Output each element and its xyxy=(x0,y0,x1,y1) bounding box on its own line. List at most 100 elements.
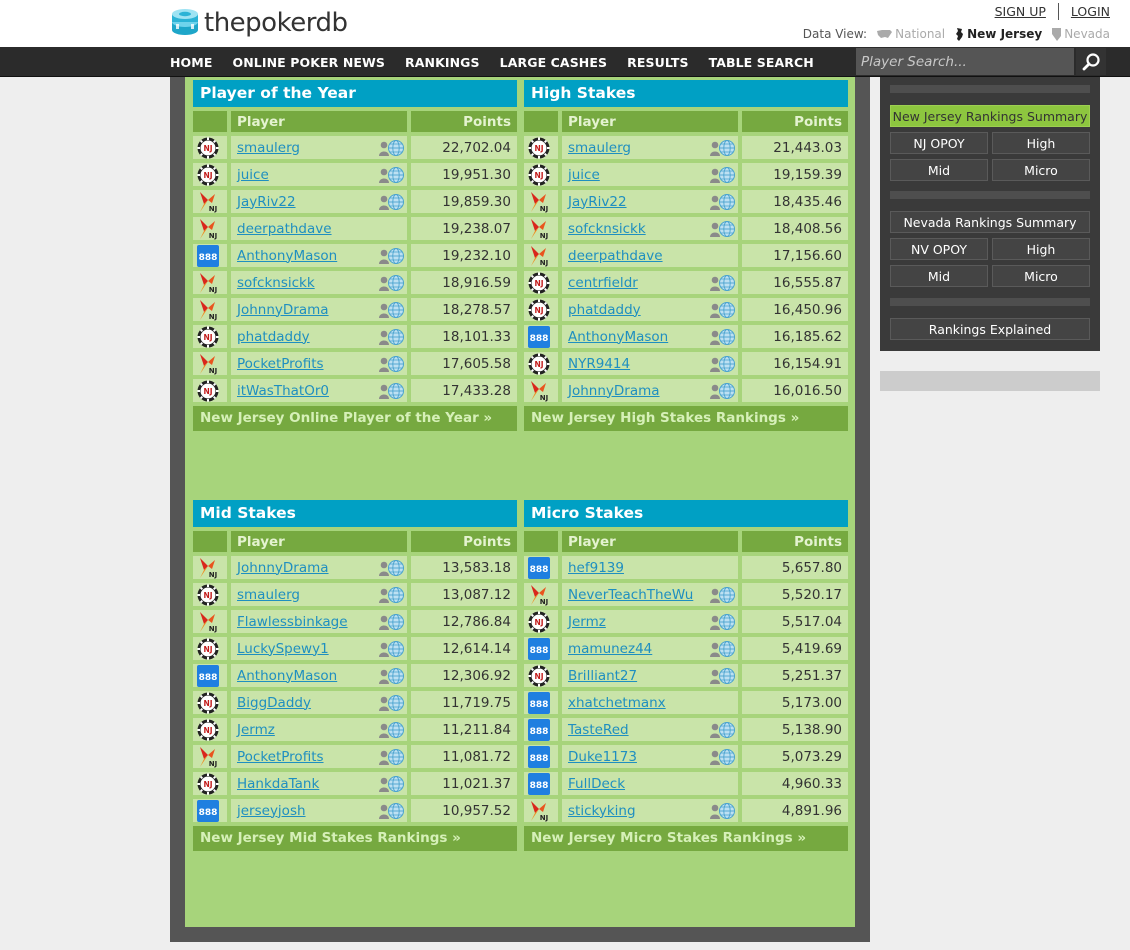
player-profile-globe-icon[interactable] xyxy=(379,301,405,319)
nj-opoy-button[interactable]: NJ OPOY xyxy=(890,132,988,154)
signup-link[interactable]: SIGN UP xyxy=(995,4,1046,19)
player-link[interactable]: FullDeck xyxy=(568,776,625,792)
nj-high-button[interactable]: High xyxy=(992,132,1090,154)
player-link[interactable]: smaulerg xyxy=(237,140,300,156)
player-profile-globe-icon[interactable] xyxy=(379,382,405,400)
player-link[interactable]: LuckySpewy1 xyxy=(237,641,329,657)
player-link[interactable]: JohnnyDrama xyxy=(568,383,660,399)
player-link[interactable]: deerpathdave xyxy=(568,248,663,264)
player-link[interactable]: JayRiv22 xyxy=(237,194,296,210)
player-profile-globe-icon[interactable] xyxy=(710,220,736,238)
nv-rankings-summary-button[interactable]: Nevada Rankings Summary xyxy=(890,211,1090,233)
player-profile-globe-icon[interactable] xyxy=(379,667,405,685)
nv-opoy-button[interactable]: NV OPOY xyxy=(890,238,988,260)
search-button[interactable] xyxy=(1076,48,1106,75)
data-view-nevada[interactable]: Nevada xyxy=(1052,27,1110,41)
player-link[interactable]: AnthonyMason xyxy=(568,329,668,345)
player-link[interactable]: AnthonyMason xyxy=(237,248,337,264)
player-profile-globe-icon[interactable] xyxy=(379,613,405,631)
player-profile-globe-icon[interactable] xyxy=(710,613,736,631)
player-link[interactable]: smaulerg xyxy=(568,140,631,156)
player-profile-globe-icon[interactable] xyxy=(710,382,736,400)
panel-footer-link[interactable]: New Jersey High Stakes Rankings » xyxy=(524,406,848,431)
player-profile-globe-icon[interactable] xyxy=(379,355,405,373)
player-profile-globe-icon[interactable] xyxy=(379,802,405,820)
nav-large-cashes[interactable]: LARGE CASHES xyxy=(500,55,607,70)
player-link[interactable]: itWasThatOr0 xyxy=(237,383,329,399)
player-link[interactable]: PocketProfits xyxy=(237,749,324,765)
player-link[interactable]: phatdaddy xyxy=(568,302,641,318)
data-view-new-jersey[interactable]: New Jersey xyxy=(955,27,1042,41)
login-link[interactable]: LOGIN xyxy=(1071,4,1110,19)
player-profile-globe-icon[interactable] xyxy=(379,247,405,265)
player-profile-globe-icon[interactable] xyxy=(710,193,736,211)
player-profile-globe-icon[interactable] xyxy=(710,586,736,604)
player-link[interactable]: JohnnyDrama xyxy=(237,302,329,318)
player-link[interactable]: hef9139 xyxy=(568,560,624,576)
rankings-explained-button[interactable]: Rankings Explained xyxy=(890,318,1090,340)
nj-mid-button[interactable]: Mid xyxy=(890,159,988,181)
player-link[interactable]: Jermz xyxy=(568,614,606,630)
player-link[interactable]: PocketProfits xyxy=(237,356,324,372)
player-link[interactable]: mamunez44 xyxy=(568,641,652,657)
player-profile-globe-icon[interactable] xyxy=(379,775,405,793)
player-link[interactable]: xhatchetmanx xyxy=(568,695,666,711)
player-profile-globe-icon[interactable] xyxy=(379,640,405,658)
player-link[interactable]: BiggDaddy xyxy=(237,695,311,711)
nv-micro-button[interactable]: Micro xyxy=(992,265,1090,287)
player-profile-globe-icon[interactable] xyxy=(379,193,405,211)
player-profile-globe-icon[interactable] xyxy=(710,721,736,739)
player-link[interactable]: phatdaddy xyxy=(237,329,310,345)
nav-results[interactable]: RESULTS xyxy=(627,55,688,70)
player-profile-globe-icon[interactable] xyxy=(710,802,736,820)
data-view-national[interactable]: National xyxy=(877,27,945,41)
player-link[interactable]: Flawlessbinkage xyxy=(237,614,348,630)
player-profile-globe-icon[interactable] xyxy=(379,328,405,346)
nj-rankings-summary-button[interactable]: New Jersey Rankings Summary xyxy=(890,105,1090,127)
player-link[interactable]: juice xyxy=(568,167,600,183)
player-link[interactable]: smaulerg xyxy=(237,587,300,603)
player-link[interactable]: NYR9414 xyxy=(568,356,630,372)
player-link[interactable]: juice xyxy=(237,167,269,183)
player-profile-globe-icon[interactable] xyxy=(710,748,736,766)
player-profile-globe-icon[interactable] xyxy=(379,274,405,292)
player-link[interactable]: deerpathdave xyxy=(237,221,332,237)
player-link[interactable]: AnthonyMason xyxy=(237,668,337,684)
player-profile-globe-icon[interactable] xyxy=(379,166,405,184)
player-link[interactable]: Jermz xyxy=(237,722,275,738)
player-link[interactable]: JayRiv22 xyxy=(568,194,627,210)
player-profile-globe-icon[interactable] xyxy=(379,586,405,604)
player-link[interactable]: TasteRed xyxy=(568,722,629,738)
nav-online-poker-news[interactable]: ONLINE POKER NEWS xyxy=(232,55,385,70)
player-link[interactable]: Duke1173 xyxy=(568,749,637,765)
nav-home[interactable]: HOME xyxy=(170,55,212,70)
player-link[interactable]: NeverTeachTheWu xyxy=(568,587,693,603)
player-profile-globe-icon[interactable] xyxy=(710,355,736,373)
player-profile-globe-icon[interactable] xyxy=(710,166,736,184)
player-link[interactable]: sofcknsickk xyxy=(237,275,315,291)
player-link[interactable]: Brilliant27 xyxy=(568,668,637,684)
player-link[interactable]: sofcknsickk xyxy=(568,221,646,237)
player-profile-globe-icon[interactable] xyxy=(710,301,736,319)
nav-rankings[interactable]: RANKINGS xyxy=(405,55,480,70)
player-search-input[interactable] xyxy=(856,48,1074,75)
player-link[interactable]: centrfieldr xyxy=(568,275,638,291)
player-link[interactable]: jerseyjosh xyxy=(237,803,306,819)
player-profile-globe-icon[interactable] xyxy=(379,748,405,766)
panel-footer-link[interactable]: New Jersey Micro Stakes Rankings » xyxy=(524,826,848,851)
player-profile-globe-icon[interactable] xyxy=(710,274,736,292)
player-profile-globe-icon[interactable] xyxy=(710,139,736,157)
panel-footer-link[interactable]: New Jersey Mid Stakes Rankings » xyxy=(193,826,517,851)
panel-footer-link[interactable]: New Jersey Online Player of the Year » xyxy=(193,406,517,431)
nj-micro-button[interactable]: Micro xyxy=(992,159,1090,181)
site-logo[interactable]: thepokerdb xyxy=(170,7,348,39)
player-profile-globe-icon[interactable] xyxy=(379,139,405,157)
nv-high-button[interactable]: High xyxy=(992,238,1090,260)
player-link[interactable]: JohnnyDrama xyxy=(237,560,329,576)
player-profile-globe-icon[interactable] xyxy=(710,640,736,658)
player-profile-globe-icon[interactable] xyxy=(379,559,405,577)
player-profile-globe-icon[interactable] xyxy=(379,694,405,712)
player-profile-globe-icon[interactable] xyxy=(379,721,405,739)
player-link[interactable]: HankdaTank xyxy=(237,776,319,792)
player-link[interactable]: stickyking xyxy=(568,803,636,819)
